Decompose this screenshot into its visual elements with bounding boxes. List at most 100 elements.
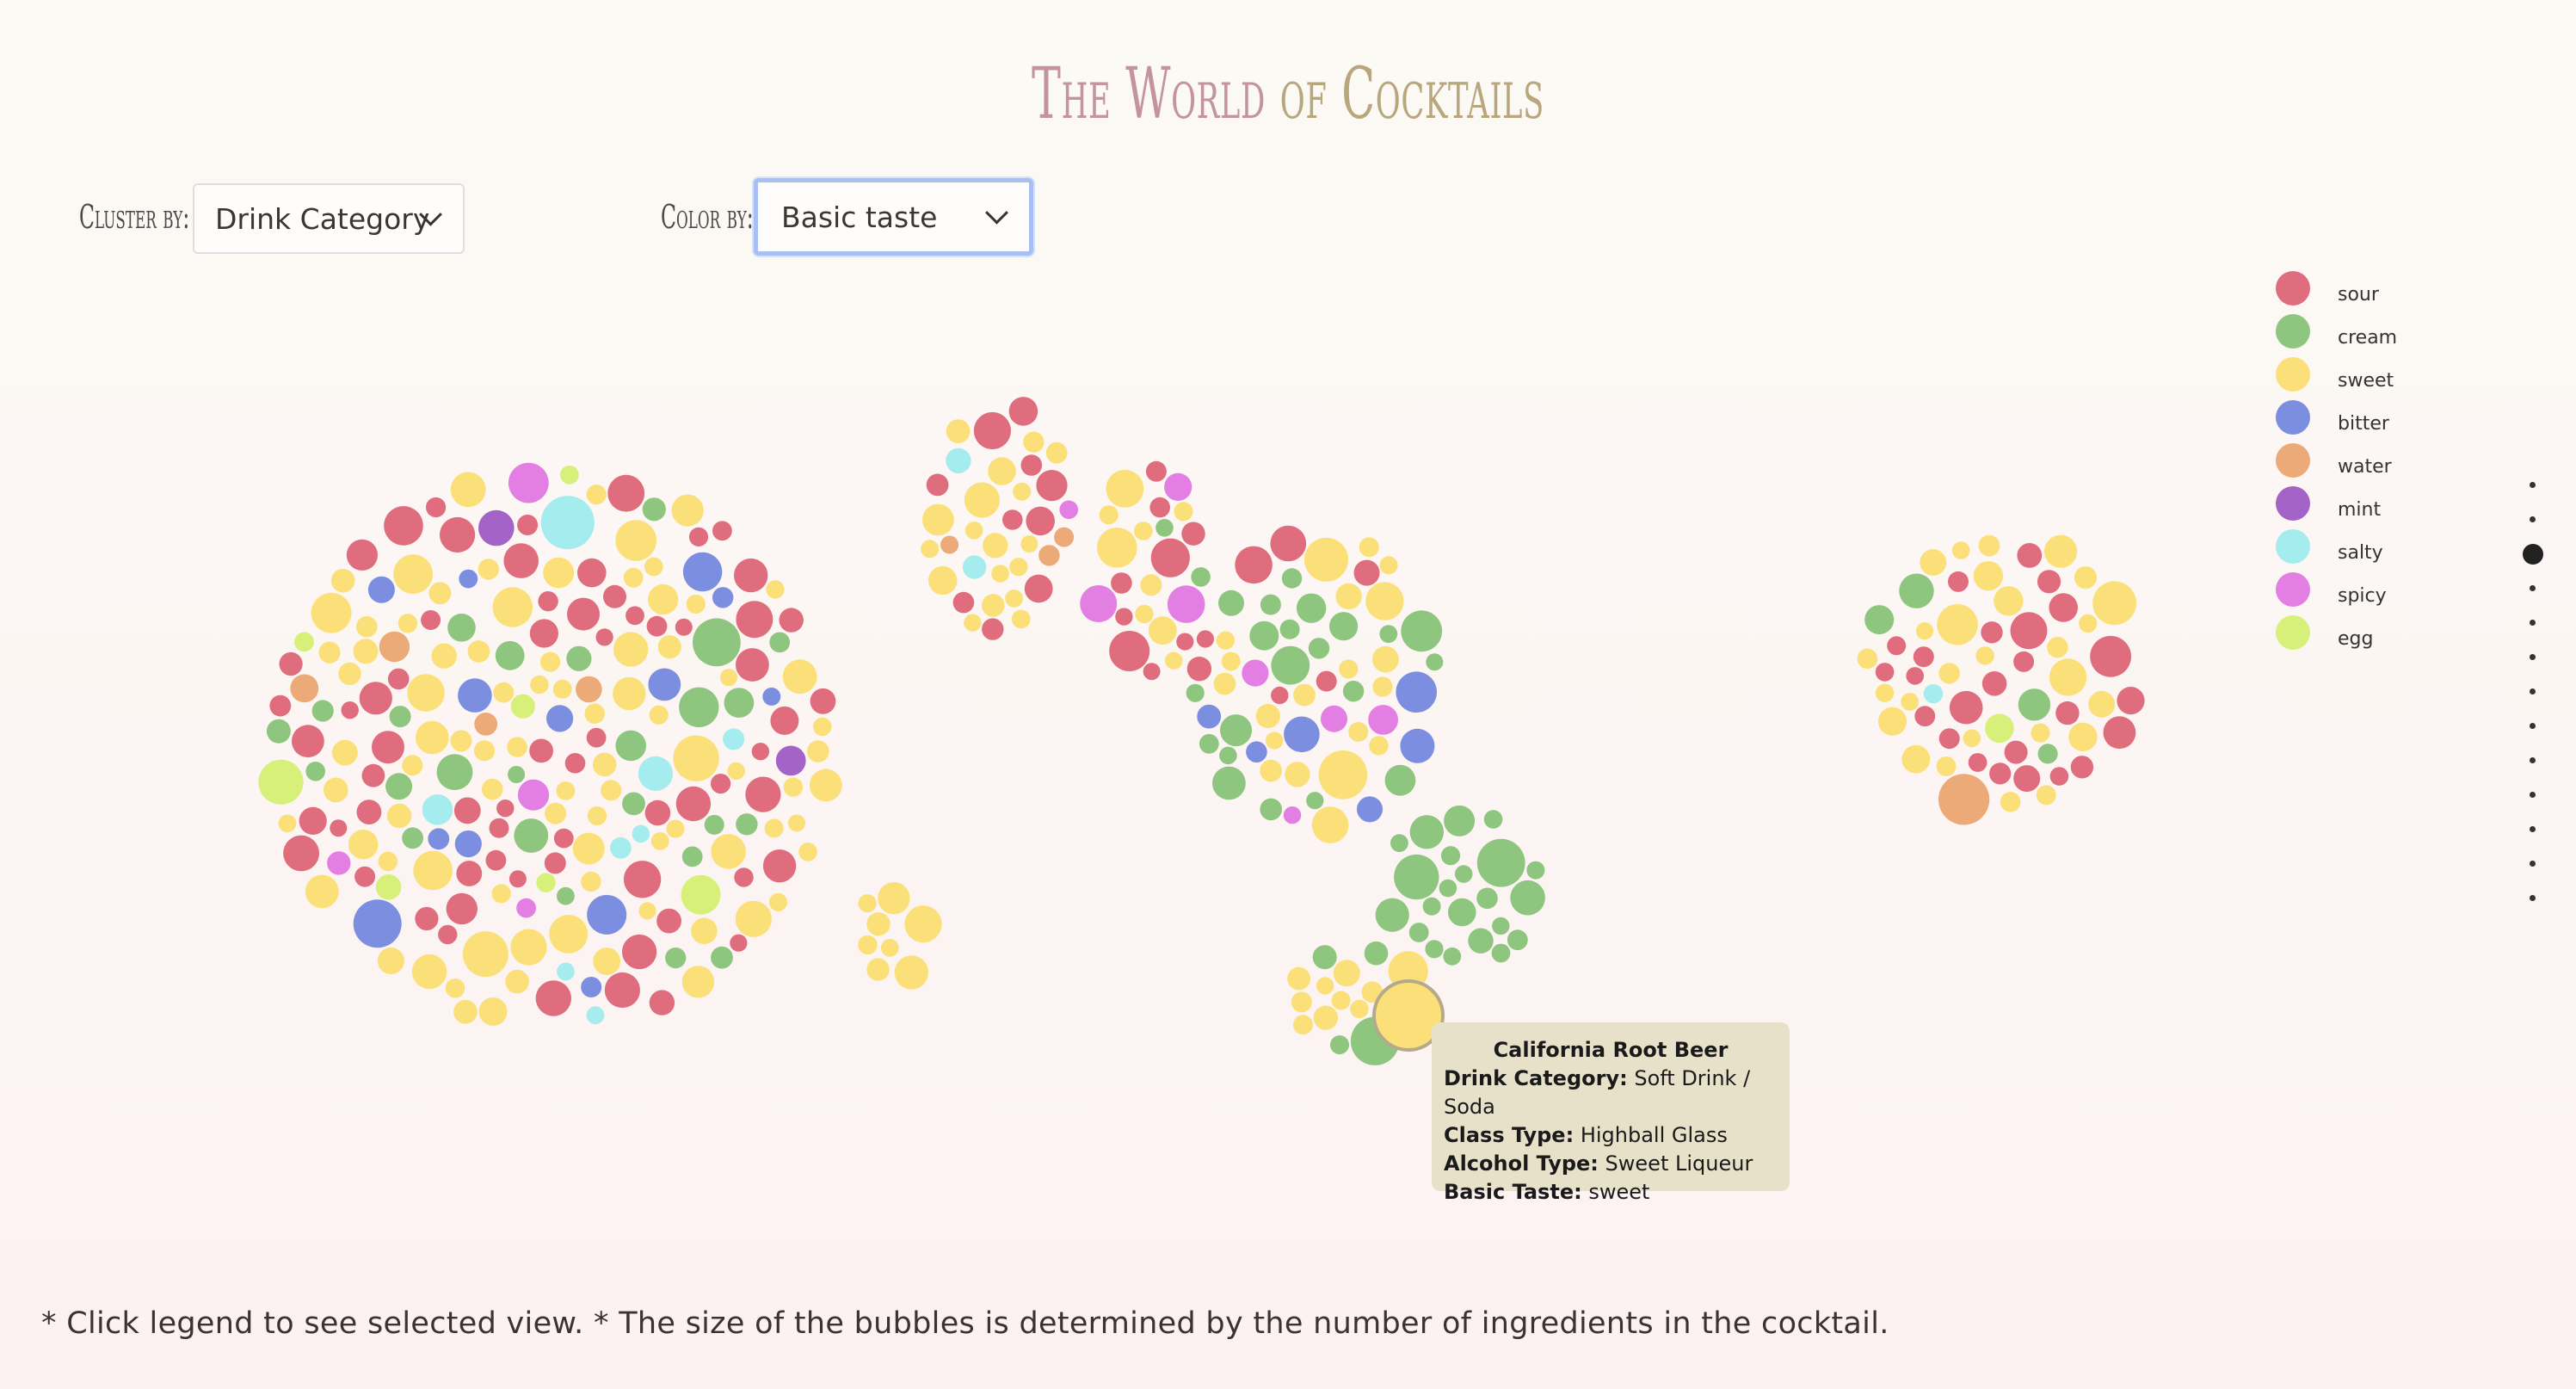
cocktail-bubble[interactable] bbox=[745, 776, 781, 812]
cocktail-bubble[interactable] bbox=[1011, 609, 1031, 629]
cocktail-bubble[interactable] bbox=[623, 861, 662, 898]
cocktail-bubble[interactable] bbox=[1400, 728, 1435, 763]
cocktail-bubble[interactable] bbox=[1857, 648, 1878, 670]
cocktail-bubble[interactable] bbox=[557, 886, 575, 905]
cocktail-bubble[interactable] bbox=[1981, 621, 2003, 644]
cocktail-bubble[interactable] bbox=[402, 755, 423, 776]
cocktail-bubble[interactable] bbox=[1914, 706, 1936, 727]
cocktail-bubble[interactable] bbox=[473, 740, 496, 762]
cocktail-bubble[interactable] bbox=[1197, 704, 1222, 729]
cocktail-bubble[interactable] bbox=[764, 818, 784, 838]
cocktail-bubble[interactable] bbox=[1270, 525, 1307, 562]
cocktail-bubble[interactable] bbox=[549, 915, 589, 954]
cocktail-bubble[interactable] bbox=[492, 587, 533, 627]
cocktail-bubble[interactable] bbox=[1353, 559, 1380, 586]
cocktail-bubble[interactable] bbox=[384, 506, 423, 546]
cocktail-bubble[interactable] bbox=[389, 706, 411, 728]
cocktail-bubble[interactable] bbox=[615, 730, 646, 762]
cocktail-bubble[interactable] bbox=[1372, 676, 1393, 697]
cocktail-bubble[interactable] bbox=[576, 676, 602, 703]
cocktail-bubble[interactable] bbox=[1409, 815, 1445, 849]
cocktail-bubble[interactable] bbox=[446, 892, 478, 925]
cocktail-bubble[interactable] bbox=[1312, 945, 1337, 970]
cocktail-bubble[interactable] bbox=[530, 675, 549, 694]
legend-item-cream[interactable]: cream bbox=[2271, 310, 2444, 353]
cocktail-bubble[interactable] bbox=[584, 703, 605, 724]
cocktail-bubble[interactable] bbox=[1235, 546, 1273, 584]
cocktail-bubble[interactable] bbox=[2036, 785, 2056, 806]
cocktail-bubble[interactable] bbox=[926, 473, 949, 497]
cocktail-bubble[interactable] bbox=[1293, 1015, 1313, 1035]
cocktail-bubble[interactable] bbox=[736, 648, 769, 682]
cocktail-bubble[interactable] bbox=[2049, 593, 2078, 622]
cocktail-bubble[interactable] bbox=[788, 814, 805, 832]
cocktail-bubble[interactable] bbox=[503, 543, 539, 578]
cocktail-bubble[interactable] bbox=[496, 799, 515, 818]
cocktail-bubble[interactable] bbox=[1368, 705, 1398, 735]
cocktail-bubble[interactable] bbox=[751, 743, 770, 761]
cocktail-bubble[interactable] bbox=[1329, 612, 1359, 641]
cocktail-bubble[interactable] bbox=[338, 662, 361, 686]
cocktail-bubble[interactable] bbox=[1199, 733, 1219, 754]
cocktail-bubble[interactable] bbox=[1938, 663, 1960, 684]
cocktail-bubble[interactable] bbox=[1915, 622, 1934, 640]
cocktail-bubble[interactable] bbox=[1316, 977, 1334, 995]
cocktail-bubble[interactable] bbox=[1140, 574, 1162, 596]
cocktail-bubble[interactable] bbox=[681, 846, 703, 867]
cocktail-bubble[interactable] bbox=[2049, 658, 2087, 696]
cocktail-bubble[interactable] bbox=[1306, 792, 1324, 810]
cocktail-bubble[interactable] bbox=[1109, 631, 1150, 671]
cocktail-bubble[interactable] bbox=[1321, 705, 1347, 732]
pager-dot[interactable] bbox=[2530, 516, 2536, 522]
cocktail-bubble[interactable] bbox=[866, 912, 891, 936]
cocktail-bubble[interactable] bbox=[768, 892, 788, 911]
cocktail-bubble[interactable] bbox=[507, 737, 527, 757]
cocktail-bubble[interactable] bbox=[2070, 756, 2094, 779]
cocktail-bubble[interactable] bbox=[397, 614, 418, 633]
cocktail-bubble[interactable] bbox=[622, 934, 657, 970]
cocktail-bubble[interactable] bbox=[566, 645, 592, 671]
cocktail-bubble[interactable] bbox=[1483, 810, 1503, 829]
cocktail-bubble[interactable] bbox=[1260, 594, 1281, 615]
cocktail-bubble[interactable] bbox=[294, 632, 314, 652]
cocktail-bubble[interactable] bbox=[422, 794, 453, 825]
cocktail-bubble[interactable] bbox=[1365, 582, 1404, 620]
pager-dot[interactable] bbox=[2530, 861, 2536, 867]
cocktail-bubble[interactable] bbox=[290, 674, 319, 703]
cocktail-bubble[interactable] bbox=[450, 472, 486, 508]
cocktail-bubble[interactable] bbox=[711, 834, 746, 869]
cocktail-bubble[interactable] bbox=[1375, 898, 1409, 932]
cocktail-bubble[interactable] bbox=[626, 606, 644, 626]
cocktail-bubble[interactable] bbox=[1978, 534, 2000, 557]
cocktail-bubble[interactable] bbox=[375, 874, 402, 900]
cocktail-bubble[interactable] bbox=[1167, 585, 1205, 623]
cocktail-bubble[interactable] bbox=[311, 700, 334, 722]
cocktail-bubble[interactable] bbox=[474, 713, 498, 736]
cocktail-bubble[interactable] bbox=[346, 539, 378, 571]
cocktail-bubble[interactable] bbox=[2004, 740, 2028, 764]
cocktail-bubble[interactable] bbox=[1936, 756, 1957, 776]
cocktail-bubble[interactable] bbox=[1951, 541, 1970, 559]
cocktail-bubble[interactable] bbox=[1526, 861, 1545, 880]
cocktail-bubble[interactable] bbox=[581, 871, 601, 892]
cocktail-bubble[interactable] bbox=[489, 818, 509, 838]
cocktail-bubble[interactable] bbox=[1390, 834, 1408, 852]
pager-dot[interactable] bbox=[2523, 544, 2543, 565]
cocktail-bubble[interactable] bbox=[1949, 690, 1983, 725]
cocktail-bubble[interactable] bbox=[1219, 746, 1237, 765]
cocktail-bubble[interactable] bbox=[1181, 522, 1205, 546]
cocktail-bubble[interactable] bbox=[988, 457, 1016, 485]
legend-item-egg[interactable]: egg bbox=[2271, 611, 2444, 654]
cocktail-bubble[interactable] bbox=[367, 576, 395, 603]
cocktail-bubble[interactable] bbox=[691, 917, 718, 945]
cocktail-bubble[interactable] bbox=[2044, 534, 2078, 568]
cocktail-bubble[interactable] bbox=[587, 806, 607, 826]
cocktail-bubble[interactable] bbox=[644, 799, 671, 826]
cocktail-bubble[interactable] bbox=[1938, 728, 1960, 750]
pager-dot[interactable] bbox=[2530, 895, 2536, 901]
cocktail-bubble[interactable] bbox=[1906, 667, 1924, 685]
cocktail-bubble[interactable] bbox=[508, 462, 549, 503]
cocktail-bubble[interactable] bbox=[734, 558, 768, 593]
cocktail-bubble[interactable] bbox=[318, 641, 341, 664]
cocktail-bubble[interactable] bbox=[1920, 549, 1947, 576]
